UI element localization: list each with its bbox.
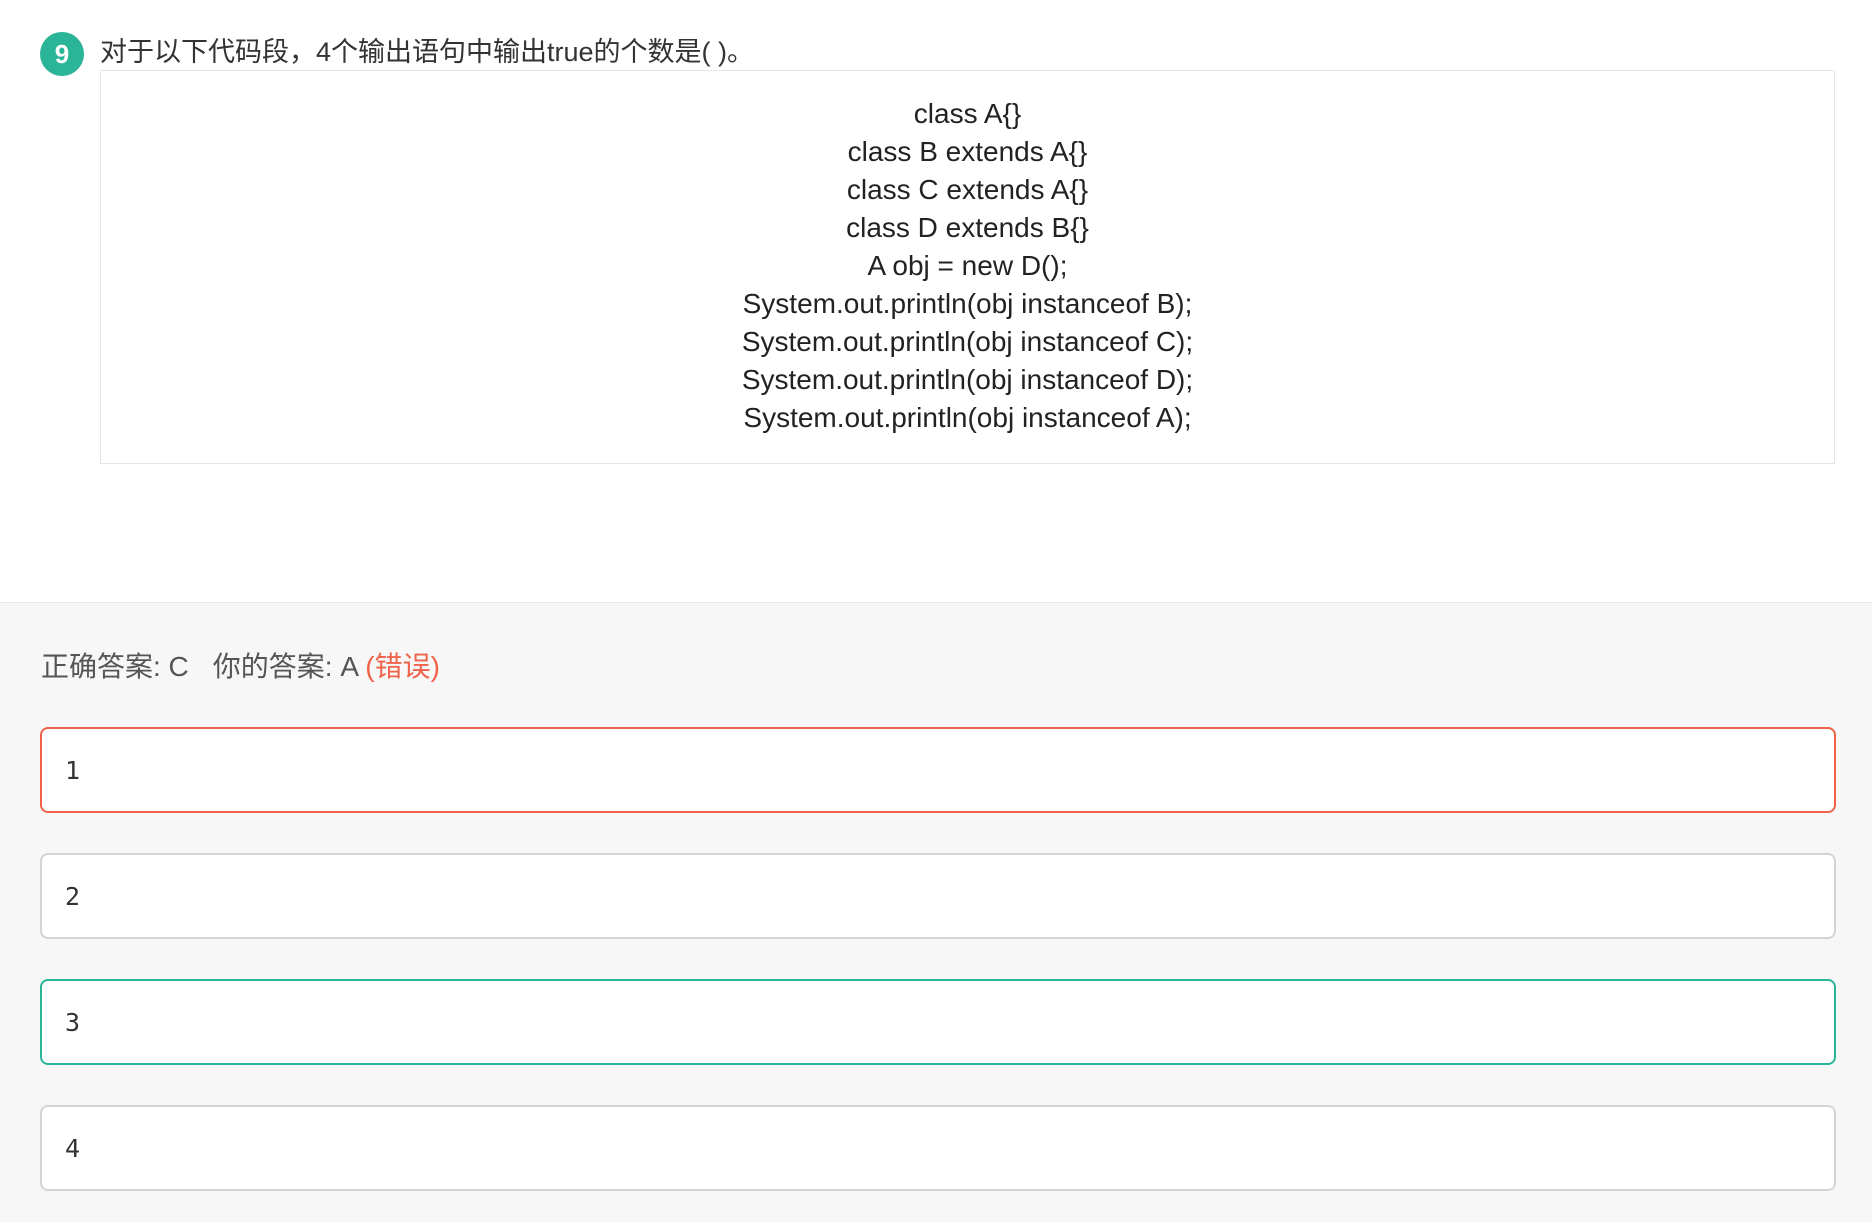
code-line: A obj = new D(); [867, 250, 1068, 281]
answer-summary: 正确答案: C 你的答案: A (错误) [41, 647, 440, 687]
option-label: 4 [65, 1133, 81, 1163]
option-4[interactable]: 4 [40, 1105, 1836, 1191]
code-line: class B extends A{} [847, 136, 1088, 167]
code-line: System.out.println(obj instanceof D); [741, 364, 1194, 395]
code-block: class A{} class B extends A{} class C ex… [100, 70, 1835, 464]
question-section: 9 对于以下代码段，4个输出语句中输出true的个数是( )。 class A{… [0, 0, 1872, 603]
your-answer-label: 你的答案: A [212, 651, 358, 682]
question-number-badge: 9 [40, 32, 84, 76]
option-label: 2 [65, 881, 81, 911]
code-line: class A{} [913, 98, 1022, 129]
option-1[interactable]: 1 [40, 727, 1836, 813]
code-line: System.out.println(obj instanceof A); [743, 402, 1192, 433]
code-line: System.out.println(obj instanceof B); [742, 288, 1193, 319]
answer-section: 正确答案: C 你的答案: A (错误) 1 2 3 4 [0, 603, 1872, 1222]
option-3[interactable]: 3 [40, 979, 1836, 1065]
code-line: class D extends B{} [846, 212, 1089, 243]
code-line: System.out.println(obj instanceof C); [741, 326, 1194, 357]
option-label: 1 [65, 755, 81, 785]
option-label: 3 [65, 1007, 81, 1037]
option-2[interactable]: 2 [40, 853, 1836, 939]
answer-status-wrong: (错误) [365, 651, 440, 682]
code-line: class C extends A{} [846, 174, 1089, 205]
question-text: 对于以下代码段，4个输出语句中输出true的个数是( )。 [100, 37, 755, 67]
correct-answer-label: 正确答案: C [41, 651, 189, 682]
